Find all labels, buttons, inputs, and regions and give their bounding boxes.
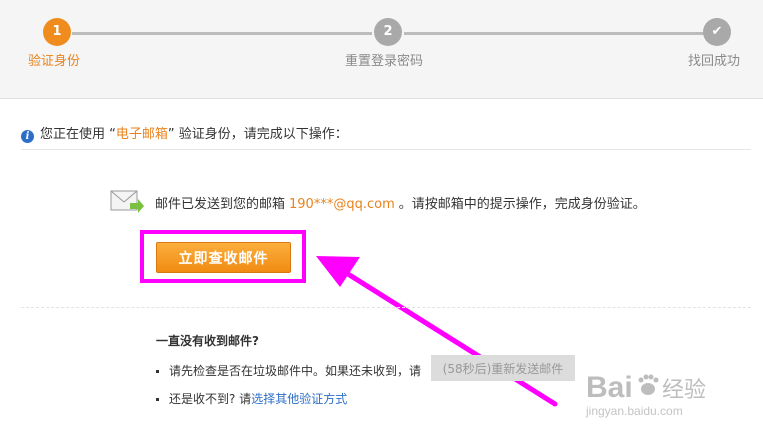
baidu-jingyan-watermark: Bai 经验 jingyan.baidu.com	[586, 369, 716, 418]
watermark-brand: Bai	[586, 371, 633, 403]
intro-suffix: ” 验证身份，请完成以下操作：	[167, 127, 348, 142]
progress-line-1	[72, 32, 372, 35]
step-1-circle: 1	[43, 18, 71, 46]
step-1-label: 验证身份	[28, 54, 81, 69]
faq-item-2-text: 还是收不到? 请	[169, 392, 252, 406]
watermark-url: jingyan.baidu.com	[586, 404, 683, 418]
verification-intro: i 您正在使用 “电子邮箱” 验证身份，请完成以下操作：	[21, 123, 348, 143]
faq-item-1: 请先检查是否在垃圾邮件中。如果还未收到，请	[156, 362, 421, 379]
step-2-label: 重置登录密码	[345, 54, 424, 69]
envelope-icon	[110, 190, 144, 213]
faq-item-2: 还是收不到? 请选择其他验证方式	[156, 390, 347, 407]
mail-prefix: 邮件已发送到您的邮箱	[155, 197, 286, 212]
progress-line-2	[404, 32, 704, 35]
bullet	[156, 398, 159, 401]
mail-suffix: 。请按邮箱中的提示操作，完成身份验证。	[398, 197, 646, 212]
check-mail-button[interactable]: 立即查收邮件	[156, 242, 291, 273]
bullet	[156, 370, 159, 373]
faq-item-1-text: 请先检查是否在垃圾邮件中。如果还未收到，请	[169, 364, 422, 378]
faq-title: 一直没有收到邮件?	[156, 334, 259, 348]
baidu-logo-icon: Bai 经验	[586, 371, 706, 404]
verification-method: 电子邮箱	[115, 127, 168, 142]
step-2-circle: 2	[374, 18, 402, 46]
masked-email: 190***@qq.com	[289, 197, 395, 212]
progress-steps: 1 2 ✔ 验证身份 重置登录密码 找回成功	[0, 0, 763, 98]
other-verification-link[interactable]: 选择其他验证方式	[251, 392, 347, 406]
mail-sent-message: 邮件已发送到您的邮箱 190***@qq.com 。请按邮箱中的提示操作，完成身份验…	[155, 193, 646, 212]
resend-mail-button[interactable]: (58秒后)重新发送邮件	[431, 355, 575, 381]
info-icon: i	[21, 130, 34, 143]
watermark-brand-cn: 经验	[662, 378, 706, 403]
dashed-divider	[21, 307, 751, 308]
verification-panel: i 您正在使用 “电子邮箱” 验证身份，请完成以下操作： 邮件已发送到您的邮箱 19…	[0, 98, 763, 443]
divider	[21, 149, 751, 150]
step-3-check-icon: ✔	[703, 18, 731, 46]
intro-prefix: 您正在使用 “	[40, 127, 116, 142]
step-3-label: 找回成功	[688, 54, 741, 69]
